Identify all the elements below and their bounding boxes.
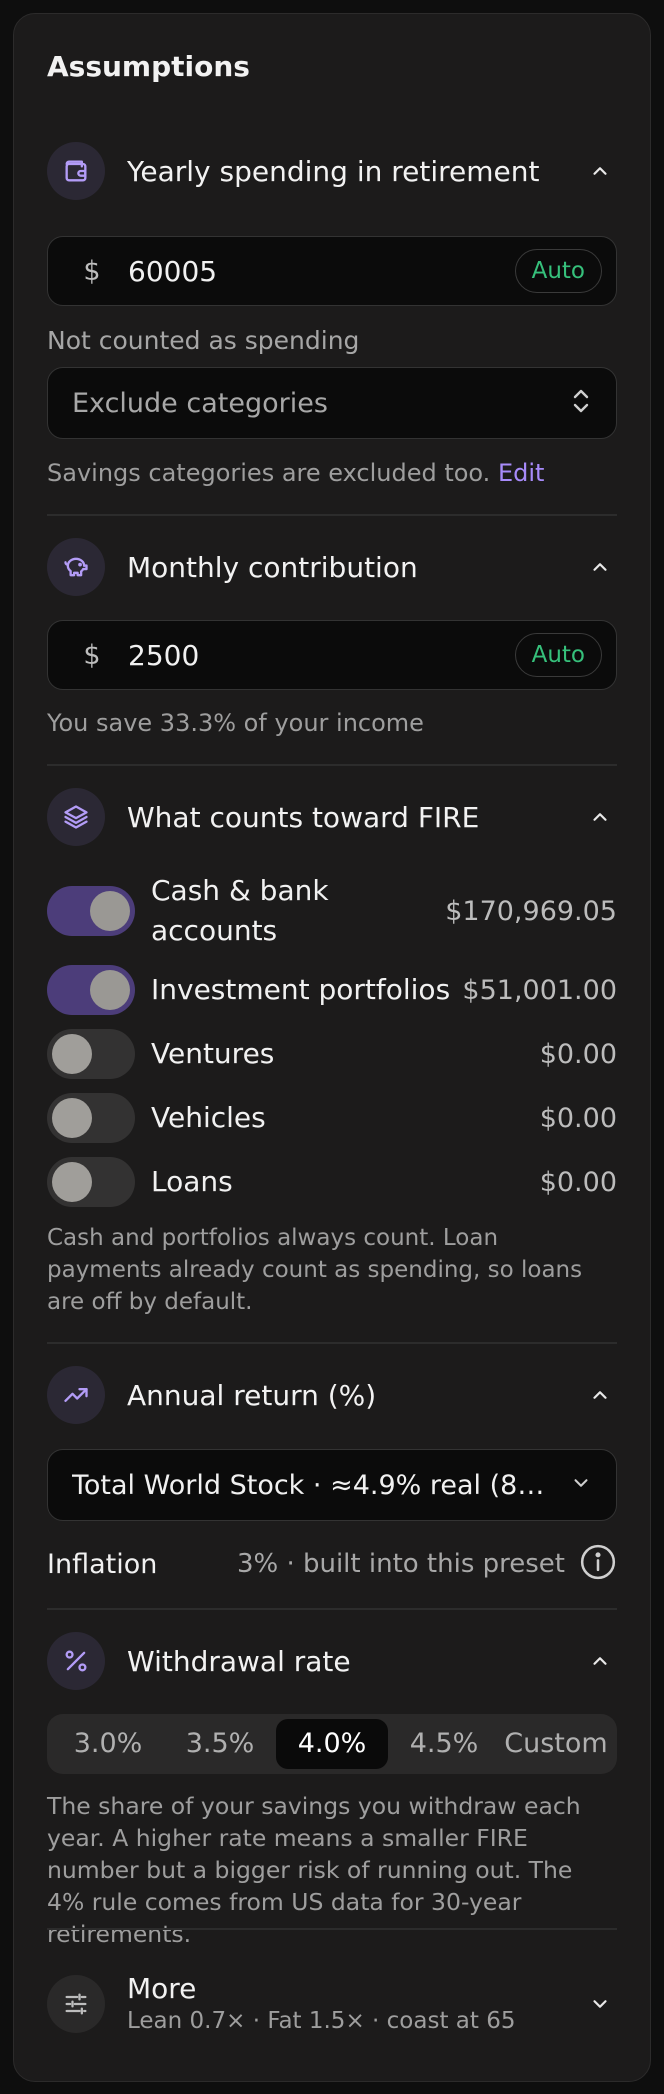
spending-input[interactable]: $ 60005 Auto — [47, 236, 617, 306]
contribution-auto-button[interactable]: Auto — [514, 633, 602, 677]
more-section-header[interactable]: More Lean 0.7× · Fat 1.5× · coast at 65 — [47, 1972, 617, 2036]
chevron-down-icon[interactable] — [583, 1987, 617, 2021]
contribution-input[interactable]: $ 2500 Auto — [47, 620, 617, 690]
chevron-down-icon — [570, 1472, 592, 1498]
chevron-up-icon[interactable] — [583, 800, 617, 834]
toggle-knob — [52, 1098, 92, 1138]
return-section-header[interactable]: Annual return (%) — [47, 1366, 617, 1424]
ventures-toggle[interactable] — [47, 1029, 135, 1079]
panel-title: Assumptions — [47, 50, 250, 83]
currency-symbol: $ — [83, 255, 101, 287]
vehicles-label: Vehicles — [151, 1101, 266, 1134]
currency-symbol: $ — [83, 639, 101, 671]
loans-label: Loans — [151, 1165, 233, 1198]
loans-toggle[interactable] — [47, 1157, 135, 1207]
more-text: More Lean 0.7× · Fat 1.5× · coast at 65 — [127, 1972, 583, 2036]
edit-link[interactable]: Edit — [498, 459, 544, 487]
spending-note: Savings categories are excluded too. Edi… — [47, 457, 544, 489]
withdrawal-option-3-0[interactable]: 3.0% — [52, 1719, 164, 1769]
wallet-icon — [47, 142, 105, 200]
divider — [47, 514, 617, 516]
withdrawal-option-3-5[interactable]: 3.5% — [164, 1719, 276, 1769]
ventures-label: Ventures — [151, 1037, 275, 1070]
layers-icon — [47, 788, 105, 846]
chevron-up-icon[interactable] — [583, 1644, 617, 1678]
return-title: Annual return (%) — [127, 1378, 377, 1412]
inflation-value: 3% · built into this preset — [236, 1549, 565, 1579]
investments-toggle[interactable] — [47, 965, 135, 1015]
spending-note-text: Savings categories are excluded too. — [47, 459, 491, 487]
piggy-bank-icon — [47, 538, 105, 596]
exclude-categories-select[interactable]: Exclude categories — [47, 367, 617, 439]
more-title: More — [127, 1972, 197, 2005]
loans-value: $0.00 — [539, 1166, 617, 1198]
fire-item-vehicles: Vehicles $0.00 — [47, 1093, 617, 1143]
info-icon[interactable] — [579, 1543, 617, 1585]
divider — [47, 764, 617, 766]
contribution-section-header[interactable]: Monthly contribution — [47, 538, 617, 596]
fire-item-ventures: Ventures $0.00 — [47, 1029, 617, 1079]
withdrawal-note: The share of your savings you withdraw e… — [47, 1792, 581, 1948]
sliders-icon — [47, 1975, 105, 2033]
inflation-label: Inflation — [47, 1548, 158, 1580]
chevron-up-icon[interactable] — [583, 1378, 617, 1412]
withdrawal-option-4-5[interactable]: 4.5% — [388, 1719, 500, 1769]
fire-section-header[interactable]: What counts toward FIRE — [47, 788, 617, 846]
withdrawal-title: Withdrawal rate — [127, 1644, 351, 1678]
fire-note: Cash and portfolios always count. Loan p… — [47, 1225, 583, 1315]
withdrawal-rate-selector: 3.0% 3.5% 4.0% 4.5% Custom — [47, 1714, 617, 1774]
trending-up-icon — [47, 1366, 105, 1424]
withdrawal-section-header[interactable]: Withdrawal rate — [47, 1632, 617, 1690]
contribution-note: You save 33.3% of your income — [47, 709, 424, 737]
chevron-up-icon[interactable] — [583, 154, 617, 188]
cash-label: Cash & bank accounts — [151, 871, 445, 951]
divider — [47, 1342, 617, 1344]
exclude-placeholder: Exclude categories — [72, 387, 328, 419]
withdrawal-option-4-0[interactable]: 4.0% — [276, 1719, 388, 1769]
toggle-knob — [52, 1034, 92, 1074]
contribution-value[interactable]: 2500 — [128, 639, 515, 672]
fire-title: What counts toward FIRE — [127, 800, 480, 834]
toggle-knob — [90, 970, 130, 1010]
spending-auto-button[interactable]: Auto — [514, 249, 602, 293]
percent-icon — [47, 1632, 105, 1690]
cash-toggle[interactable] — [47, 886, 135, 936]
cash-label-line2: accounts — [151, 914, 278, 947]
toggle-knob — [52, 1162, 92, 1202]
spending-section-header[interactable]: Yearly spending in retirement — [47, 142, 617, 200]
divider — [47, 1928, 617, 1930]
chevron-up-icon[interactable] — [583, 550, 617, 584]
spending-title: Yearly spending in retirement — [127, 154, 540, 188]
toggle-knob — [90, 891, 130, 931]
divider — [47, 1608, 617, 1610]
fire-item-cash: Cash & bank accounts $170,969.05 — [47, 870, 617, 952]
sort-updown-icon — [570, 386, 592, 420]
ventures-value: $0.00 — [539, 1038, 617, 1070]
vehicles-toggle[interactable] — [47, 1093, 135, 1143]
fire-item-loans: Loans $0.00 — [47, 1157, 617, 1207]
more-subtitle: Lean 0.7× · Fat 1.5× · coast at 65 — [127, 2008, 516, 2034]
cash-label-line1: Cash & bank — [151, 874, 329, 907]
investments-label: Investment portfolios — [151, 973, 451, 1006]
withdrawal-option-custom[interactable]: Custom — [500, 1719, 612, 1769]
return-preset-value: Total World Stock · ≈4.9% real (8% n... — [72, 1469, 556, 1501]
spending-value[interactable]: 60005 — [128, 255, 515, 288]
exclude-label: Not counted as spending — [47, 326, 360, 355]
inflation-row: Inflation 3% · built into this preset — [47, 1544, 617, 1584]
vehicles-value: $0.00 — [539, 1102, 617, 1134]
contribution-title: Monthly contribution — [127, 550, 418, 584]
cash-value: $170,969.05 — [445, 895, 617, 927]
return-preset-select[interactable]: Total World Stock · ≈4.9% real (8% n... — [47, 1449, 617, 1521]
assumptions-panel: Assumptions Yearly spending in retiremen… — [13, 13, 651, 2082]
fire-item-investments: Investment portfolios $51,001.00 — [47, 965, 617, 1015]
investments-value: $51,001.00 — [462, 974, 617, 1006]
